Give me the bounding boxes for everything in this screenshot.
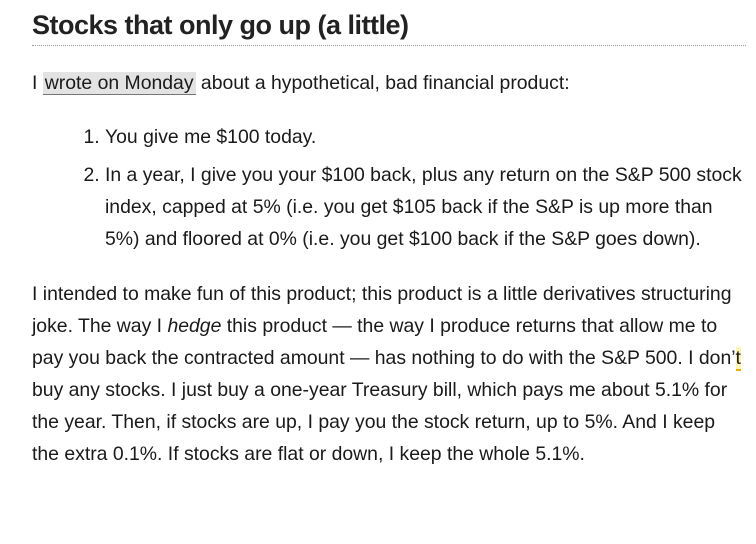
intro-text-before: I	[32, 72, 43, 94]
article: Stocks that only go up (a little) I wrot…	[32, 0, 746, 470]
intro-text-after: about a hypothetical, bad financial prod…	[195, 72, 570, 94]
body-text-part3: buy any stocks. I just buy a one-year Tr…	[32, 379, 728, 465]
list-item: In a year, I give you your $100 back, pl…	[105, 159, 746, 255]
article-title: Stocks that only go up (a little)	[32, 10, 409, 40]
intro-paragraph: I wrote on Monday about a hypothetical, …	[32, 67, 746, 99]
text-highlight[interactable]: t	[735, 347, 741, 371]
hedge-emphasis: hedge	[167, 315, 222, 337]
product-terms-list: You give me $100 today. In a year, I giv…	[32, 121, 746, 255]
list-item: You give me $100 today.	[105, 121, 746, 153]
title-divider	[32, 45, 746, 46]
wrote-on-monday-link[interactable]: wrote on Monday	[42, 72, 196, 95]
body-paragraph: I intended to make fun of this product; …	[32, 278, 746, 470]
